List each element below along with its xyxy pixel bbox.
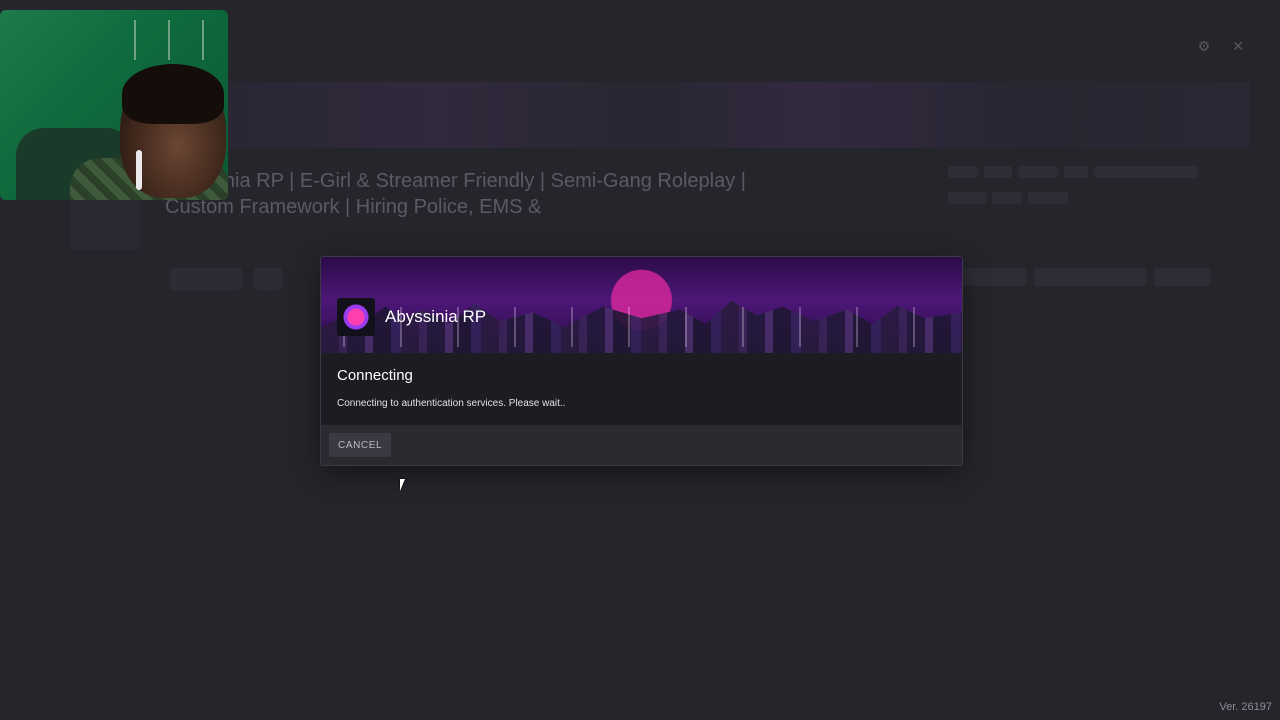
- server-title-line2: Custom Framework | Hiring Police, EMS &: [165, 196, 542, 218]
- webcam-overlay: [0, 10, 228, 200]
- server-banner: Abyssinia RP: [321, 257, 962, 353]
- earbud: [136, 150, 142, 190]
- server-action-buttons: [170, 268, 282, 290]
- settings-icon: ⚙: [1197, 38, 1211, 54]
- dialog-message: Connecting to authentication services. P…: [337, 398, 566, 409]
- favorite-button-background: [254, 268, 282, 290]
- version-label: Ver. 26197: [1219, 701, 1272, 713]
- mouse-cursor-icon: [400, 479, 410, 491]
- server-info-panel: [948, 166, 1228, 218]
- server-logo-icon: [342, 304, 370, 330]
- server-title: Abyssinia RP | E-Girl & Streamer Friendl…: [165, 168, 925, 220]
- resource-chips: [948, 192, 1228, 204]
- cancel-button[interactable]: CANCEL: [329, 433, 392, 457]
- server-thumbnail: [70, 200, 140, 250]
- dialog-footer: CANCEL: [321, 425, 962, 465]
- server-banner-background: [160, 82, 1250, 148]
- server-name: Abyssinia RP: [385, 307, 487, 326]
- server-logo: [337, 298, 375, 336]
- connect-button-background: [170, 268, 242, 290]
- window-controls: ⚙ ✕: [1198, 38, 1244, 55]
- connecting-dialog: Abyssinia RP Connecting Connecting to au…: [320, 256, 963, 466]
- close-icon: ✕: [1232, 38, 1244, 54]
- dialog-heading: Connecting: [337, 367, 413, 384]
- player-chips: [948, 166, 1228, 178]
- dialog-body: Connecting Connecting to authentication …: [321, 353, 962, 435]
- server-tags: [960, 268, 1210, 286]
- server-title-line1: Abyssinia RP | E-Girl & Streamer Friendl…: [165, 170, 746, 192]
